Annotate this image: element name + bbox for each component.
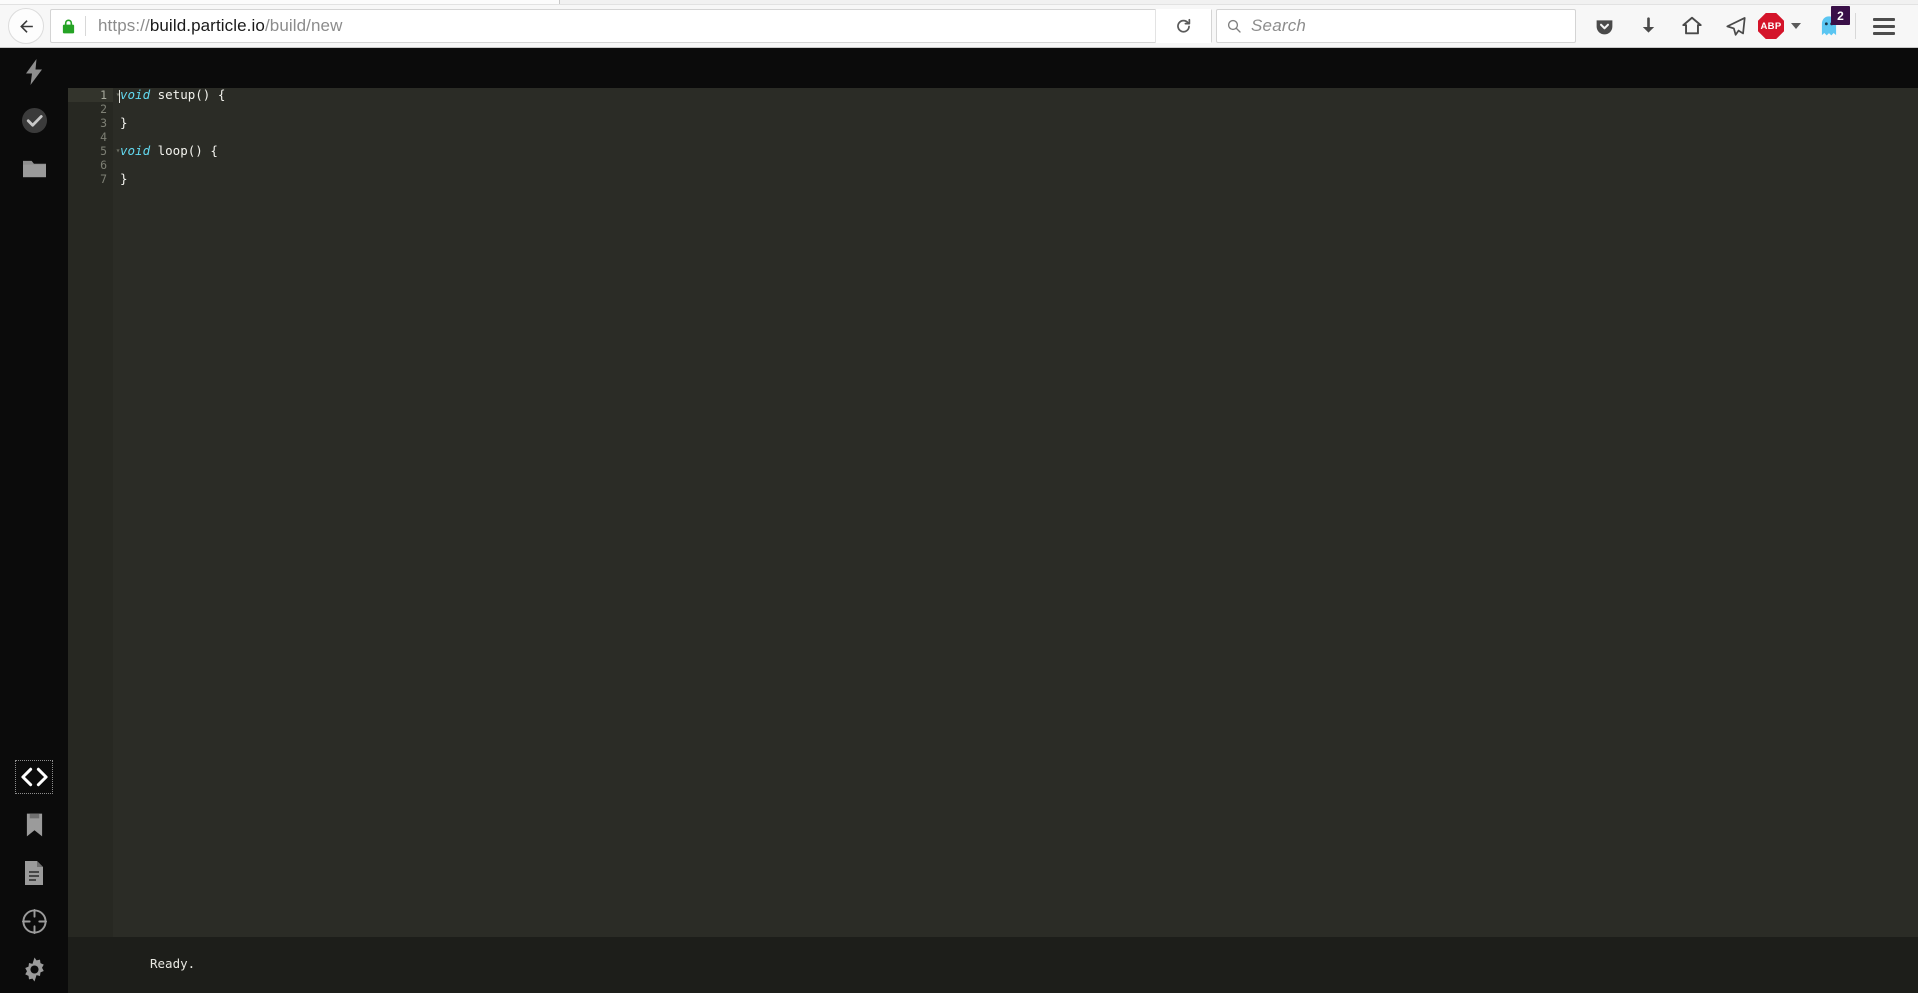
ghostery-button[interactable]: 2 [1807,6,1851,46]
code-line: } [120,116,1918,130]
app-sidebar [0,48,68,993]
hamburger-line [1873,24,1895,28]
status-bar: Ready. [68,937,1918,993]
line-number: 4 [100,130,107,144]
download-icon [1642,16,1654,33]
line-number: 6 [100,158,107,172]
code-token: loop() { [150,143,218,158]
downloads-button[interactable] [1626,6,1670,46]
code-line: } [120,172,1918,186]
search-input-placeholder[interactable]: Search [1251,16,1306,36]
editor-region: 1 ▾ 2 3 4 5 ▾ 6 7 void setup() { } void loop() {… [68,48,1918,993]
address-bar[interactable]: https://build.particle.io/build/new [50,9,1212,43]
bookmark-icon [26,813,42,837]
line-number: 7 [100,172,107,186]
paper-plane-icon [1726,17,1746,36]
chevron-down-icon[interactable] [1791,23,1801,29]
search-icon [1217,18,1251,34]
navigation-toolbar: https://build.particle.io/build/new Sear… [0,5,1918,47]
line-number-gutter: 1 ▾ 2 3 4 5 ▾ 6 7 [68,88,120,937]
search-bar[interactable]: Search [1216,9,1576,43]
line-number: 5 ▾ [68,144,120,158]
verify-check-icon [21,107,47,133]
status-message: Ready. [150,956,196,971]
send-button[interactable] [1714,6,1758,46]
sidebar-item-libraries[interactable] [0,801,68,849]
browser-chrome: https://build.particle.io/build/new Sear… [0,0,1918,48]
particle-build-app: 1 ▾ 2 3 4 5 ▾ 6 7 void setup() { } void loop() {… [0,48,1918,993]
padlock-secure-icon [51,18,85,35]
toolbar-divider [1855,13,1856,39]
folder-icon [22,160,46,177]
code-line: void loop() { [120,144,1918,158]
sidebar-bottom-group [0,753,68,993]
flash-icon [26,59,42,85]
back-button[interactable] [8,8,44,44]
abp-badge: ABP [1758,13,1784,39]
code-token: } [120,115,128,130]
code-keyword: void [120,88,151,102]
sidebar-top-group [0,48,68,192]
line-number: 1 ▾ [68,88,120,102]
sidebar-item-settings[interactable] [0,945,68,993]
browser-menu-button[interactable] [1860,6,1908,46]
adblock-plus-button[interactable]: ABP [1758,13,1807,39]
url-host-sub: build. [149,16,192,35]
home-button[interactable] [1670,6,1714,46]
code-line: void setup() { [120,88,1918,102]
hamburger-line [1873,31,1895,35]
target-icon [21,908,47,934]
sidebar-item-docs[interactable] [0,849,68,897]
line-number: 2 [100,102,107,116]
code-keyword: void [120,143,151,158]
pocket-icon [1596,19,1612,34]
back-arrow-icon [19,19,33,33]
browser-tab[interactable] [0,0,560,4]
sidebar-item-code[interactable] [0,753,68,801]
status-gutter [68,937,113,993]
gear-icon [24,956,44,982]
editor-header [68,48,1918,88]
url-scheme: https:// [98,16,150,35]
sidebar-item-open-app[interactable] [0,144,68,192]
url-host: particle.io [191,16,265,35]
sidebar-item-flash[interactable] [0,48,68,96]
url-text: https://build.particle.io/build/new [86,16,1155,36]
url-path: /build/new [264,16,343,35]
code-brackets-icon [20,767,48,787]
reload-button[interactable] [1155,9,1211,43]
ghostery-tracker-count: 2 [1831,6,1850,25]
document-icon [25,861,43,885]
code-editor[interactable]: 1 ▾ 2 3 4 5 ▾ 6 7 void setup() { } void loop() {… [68,88,1918,937]
code-token: } [120,171,128,186]
code-content[interactable]: void setup() { } void loop() { } [120,88,1918,937]
sidebar-item-devices[interactable] [0,897,68,945]
code-token: setup() { [150,88,226,102]
reload-icon [1177,18,1191,33]
line-number: 3 [100,116,107,130]
hamburger-line [1873,17,1895,21]
text-cursor [119,90,120,103]
sidebar-item-verify[interactable] [0,96,68,144]
pocket-button[interactable] [1582,6,1626,46]
home-icon [1682,16,1702,35]
code-focus-ring [15,760,53,794]
